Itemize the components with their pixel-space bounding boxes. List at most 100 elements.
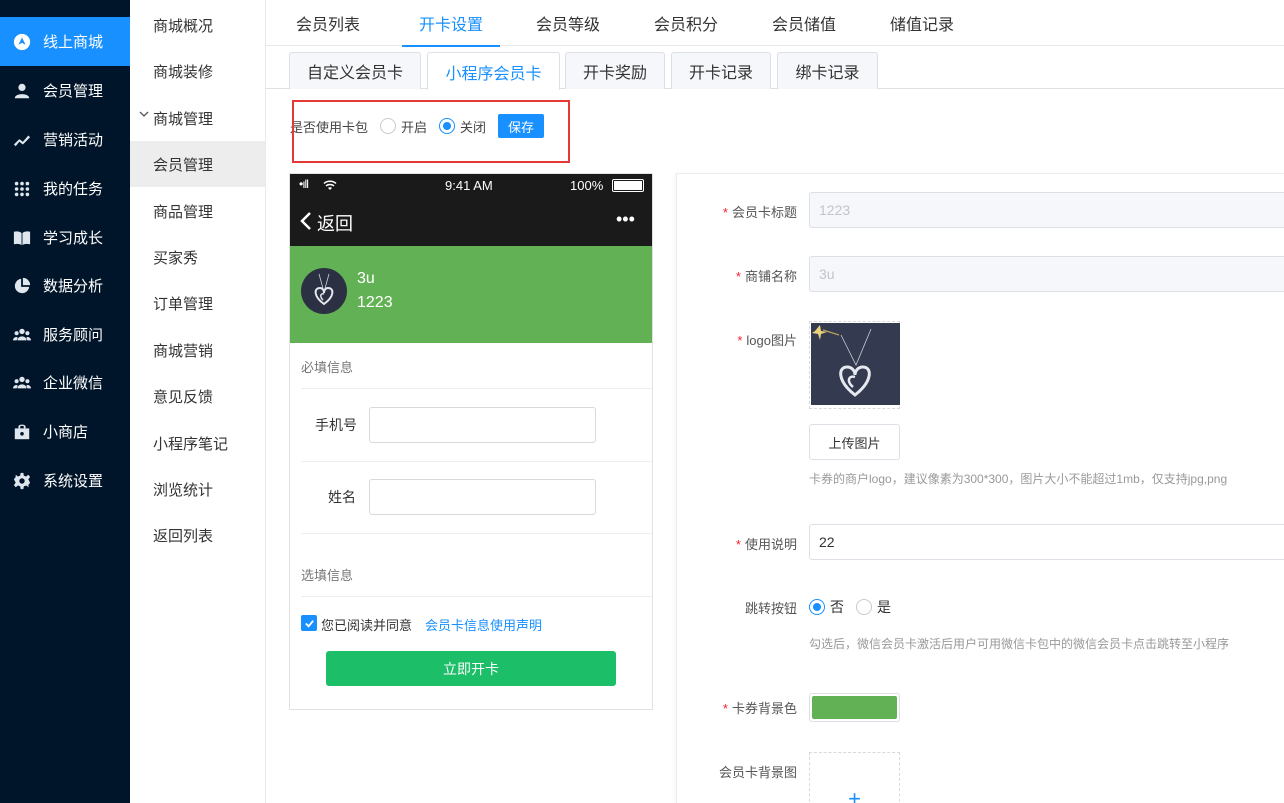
card-merchant-name: 3u <box>357 270 375 287</box>
sidebar-item-data-analysis[interactable]: 数据分析 <box>0 261 130 310</box>
main-sidebar: 线上商城 会员管理 营销活动 我的任务 学习成长 数据分析 服务顾问 企业微信 … <box>0 0 130 803</box>
tab-label: 会员积分 <box>653 17 718 34</box>
plus-icon: + <box>848 786 861 803</box>
sidebar-item-my-tasks[interactable]: 我的任务 <box>0 164 130 213</box>
label-text: 使用说明 <box>744 537 797 552</box>
tab-card-rewards[interactable]: 开卡奖励 <box>565 52 665 89</box>
sidebar-item-marketing[interactable]: 营销活动 <box>0 115 130 164</box>
highlight-box <box>292 100 570 163</box>
submenu-item-label: 商城营销 <box>153 342 214 360</box>
tab-label: 会员等级 <box>535 17 600 34</box>
shop-name-input[interactable]: 3u <box>809 256 1284 292</box>
more-icon[interactable]: ••• <box>616 209 635 230</box>
submenu-item-member-management[interactable]: 会员管理 <box>130 141 265 187</box>
tab-balance-records[interactable]: 储值记录 <box>882 0 962 46</box>
tab-label: 开卡设置 <box>418 17 483 34</box>
tab-label: 储值记录 <box>889 17 954 34</box>
open-card-button[interactable]: 立即开卡 <box>326 651 616 686</box>
radio-label: 否 <box>830 599 844 615</box>
sidebar-item-wecom[interactable]: 企业微信 <box>0 358 130 407</box>
tab-member-list[interactable]: 会员列表 <box>288 0 368 46</box>
tab-custom-member-card[interactable]: 自定义会员卡 <box>289 52 421 89</box>
radio-wrap <box>856 599 877 615</box>
jump-yes-radio[interactable]: 是 <box>856 597 891 617</box>
label-text: 商铺名称 <box>744 269 797 284</box>
label-text: 会员卡背景图 <box>718 765 797 780</box>
name-input[interactable] <box>369 479 596 515</box>
phone-number-input[interactable] <box>369 407 596 443</box>
tab-member-balance[interactable]: 会员储值 <box>764 0 844 46</box>
phone-preview: •ıll 9:41 AM 100% 返回 ••• 3u 1223 必填信息 手机… <box>289 173 653 710</box>
submenu-item-mall-marketing[interactable]: 商城营销 <box>130 327 265 373</box>
tab-label: 会员列表 <box>295 17 360 34</box>
color-fill <box>812 696 897 719</box>
tab-mini-program-member-card[interactable]: 小程序会员卡 <box>427 52 560 90</box>
grid-icon <box>11 178 33 200</box>
bg-color-label: * 卡券背景色 <box>677 698 797 717</box>
required-star: * <box>722 701 728 716</box>
submenu-item-feedback[interactable]: 意见反馈 <box>130 373 265 419</box>
sidebar-item-learning[interactable]: 学习成长 <box>0 213 130 262</box>
usage-description-input[interactable]: 22 <box>809 524 1284 560</box>
required-star: * <box>722 205 728 220</box>
submenu-item-mall-overview[interactable]: 商城概况 <box>130 2 265 48</box>
input-value: 22 <box>819 534 835 550</box>
submenu-item-browse-stats[interactable]: 浏览统计 <box>130 466 265 512</box>
tab-card-records[interactable]: 开卡记录 <box>671 52 771 89</box>
trend-icon <box>11 129 33 151</box>
jump-hint: 勾选后，微信会员卡激活后用户可用微信卡包中的微信会员卡点击跳转至小程序 <box>809 637 1230 651</box>
back-label[interactable]: 返回 <box>317 210 353 236</box>
jump-no-radio[interactable]: 否 <box>809 597 844 617</box>
sidebar-item-label: 系统设置 <box>43 473 104 490</box>
required-star: * <box>735 537 741 552</box>
bag-icon <box>11 421 33 443</box>
phone-status-bar: •ıll 9:41 AM 100% <box>290 174 652 197</box>
card-logo-avatar <box>301 268 347 314</box>
card-title-label: * 会员卡标题 <box>677 202 797 221</box>
submenu-item-buyer-show[interactable]: 买家秀 <box>130 234 265 280</box>
upload-image-button[interactable]: 上传图片 <box>809 424 900 460</box>
sidebar-item-online-mall[interactable]: 线上商城 <box>0 17 130 66</box>
submenu-item-product-management[interactable]: 商品管理 <box>130 188 265 234</box>
radio-circle <box>856 599 872 615</box>
secondary-menu: 商城概况 商城装修 商城管理 会员管理 商品管理 买家秀 订单管理 商城营销 意… <box>130 0 266 803</box>
bg-color-picker[interactable] <box>809 693 900 722</box>
sidebar-item-label: 小商店 <box>43 424 89 441</box>
sidebar-item-label: 营销活动 <box>43 132 104 149</box>
agreement-link[interactable]: 会员卡信息使用声明 <box>425 615 542 634</box>
usage-label: * 使用说明 <box>677 534 797 553</box>
tab-bind-records[interactable]: 绑卡记录 <box>777 52 878 89</box>
sidebar-item-service-advisor[interactable]: 服务顾问 <box>0 310 130 359</box>
submenu-item-back-to-list[interactable]: 返回列表 <box>130 512 265 558</box>
bg-image-upload[interactable]: + <box>809 752 900 803</box>
card-title-input[interactable]: 1223 <box>809 192 1284 228</box>
submenu-item-order-management[interactable]: 订单管理 <box>130 280 265 326</box>
submenu-item-mall-management[interactable]: 商城管理 <box>130 95 265 141</box>
wifi-icon <box>323 180 337 190</box>
submenu-item-label: 意见反馈 <box>153 388 214 406</box>
divider <box>301 533 652 534</box>
sidebar-item-label: 学习成长 <box>43 230 104 247</box>
submenu-item-label: 会员管理 <box>153 156 214 174</box>
radio-circle <box>809 599 825 615</box>
member-card-preview: 3u 1223 <box>290 246 652 343</box>
agree-checkbox[interactable] <box>301 615 317 631</box>
tab-label: 小程序会员卡 <box>445 65 542 83</box>
sidebar-item-label: 企业微信 <box>43 375 104 392</box>
sidebar-item-system-settings[interactable]: 系统设置 <box>0 456 130 505</box>
tab-label: 会员储值 <box>771 17 836 34</box>
tab-member-points[interactable]: 会员积分 <box>646 0 726 46</box>
sidebar-item-member-management[interactable]: 会员管理 <box>0 66 130 115</box>
submenu-item-mini-program-notes[interactable]: 小程序笔记 <box>130 420 265 466</box>
logo-hint: 卡券的商户logo，建议像素为300*300，图片大小不能超过1mb，仅支持jp… <box>809 472 1228 486</box>
input-value: 3u <box>819 266 835 282</box>
check-icon <box>304 619 314 628</box>
top-tab-bar: 会员列表 开卡设置 会员等级 会员积分 会员储值 储值记录 <box>266 0 1284 47</box>
tab-card-settings[interactable]: 开卡设置 <box>402 0 500 47</box>
radio-label: 是 <box>877 599 891 615</box>
tab-member-level[interactable]: 会员等级 <box>528 0 608 46</box>
phone-field-label: 手机号 <box>315 417 357 433</box>
submenu-item-mall-decoration[interactable]: 商城装修 <box>130 48 265 94</box>
chevron-left-icon[interactable] <box>300 211 312 231</box>
sidebar-item-mini-shop[interactable]: 小商店 <box>0 407 130 456</box>
